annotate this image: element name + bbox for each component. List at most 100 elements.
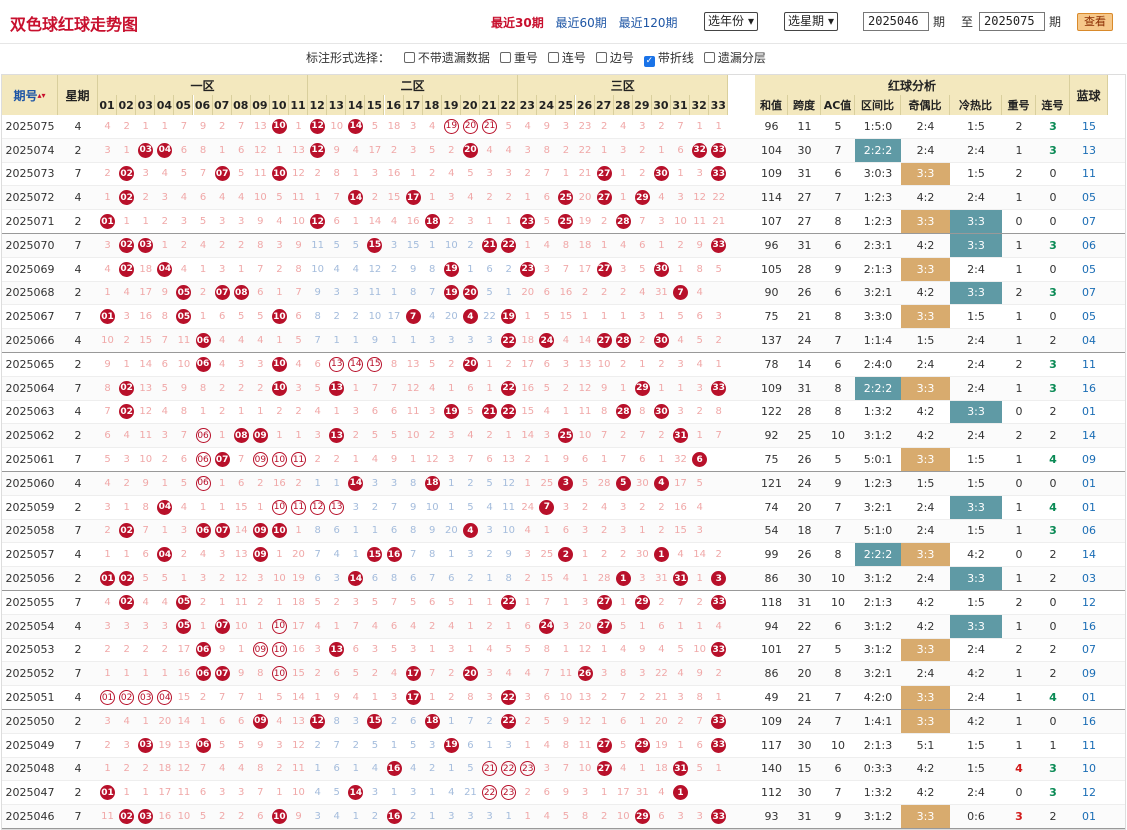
number-cell-23: 2 [518,710,537,733]
omission-value: 2 [696,406,703,418]
number-cell-18: 2 [423,758,442,781]
omission-value: 1 [620,382,627,394]
number-cell-24: 3 [537,424,556,447]
header-issue[interactable]: 期号 ▴▾ [2,75,58,115]
week-select[interactable]: 选星期 [784,12,839,31]
red-ball-19: 19 [443,118,459,134]
omission-value: 2 [352,739,360,751]
checkbox-icon[interactable] [595,52,607,63]
number-cell-11: 4 [289,353,308,376]
omission-value: 1 [352,763,360,775]
number-cell-23: 5 [518,639,537,662]
omission-value: 6 [658,620,665,632]
analysis-3: 2:2:2 [855,543,901,567]
omission-value: 3 [639,573,646,585]
omission-value: 1 [104,192,111,204]
number-cell-17: 16 [404,210,423,233]
sort-icon[interactable]: ▴▾ [37,91,45,100]
number-header-01: 01 [98,95,118,115]
option-2[interactable]: 连号 [547,49,586,66]
omission-value: 4 [276,715,283,727]
red-ball-27: 27 [596,190,612,206]
checkbox-icon[interactable] [547,52,559,63]
number-cell-20: 5 [461,758,480,781]
checkbox-icon[interactable]: ✓ [643,56,655,67]
number-cell-31: 2 [671,234,690,257]
option-1[interactable]: 重号 [499,49,538,66]
number-cell-29: 1 [633,353,652,376]
option-3[interactable]: 边号 [595,49,634,66]
red-ball-06: 06 [195,666,211,682]
number-cell-13: 9 [327,686,346,709]
omission-value: 3 [486,335,493,347]
analysis-2: 8 [834,310,842,324]
number-cell-28: 1 [614,186,633,209]
number-cell-33: 33 [709,139,728,162]
omission-value: 1 [505,430,512,442]
week-cell: 7 [74,381,82,395]
number-cell-21: 3 [480,520,499,543]
omission-value: 5 [371,430,379,442]
number-cell-14: 2 [346,424,365,447]
query-button[interactable]: 查看 [1077,13,1113,31]
option-5[interactable]: 遗漏分层 [703,49,766,66]
to-issue-input[interactable]: 2025075 [979,12,1045,31]
omission-value: 5 [448,596,455,608]
red-ball-33: 33 [711,642,727,658]
analysis-3: 1:3:2 [863,786,893,800]
omission-value: 4 [639,287,646,299]
red-ball-06: 06 [195,642,211,658]
analysis-3: 2:2:2 [855,138,901,162]
omission-value: 6 [371,406,379,418]
option-0[interactable]: 不带遗漏数据 [403,49,490,66]
omission-value: 6 [314,358,321,370]
analysis-4: 4:2 [916,762,935,776]
number-cell-29: 2 [633,163,652,186]
omission-value: 3 [696,168,703,180]
year-select[interactable]: 选年份 [704,12,759,31]
link-recent-120[interactable]: 最近120期 [619,16,678,30]
omission-value: 2 [581,501,589,513]
number-cell-11: 9 [289,234,308,257]
blue-ball-cell: 01 [1082,500,1096,514]
number-cell-14: 1 [346,448,365,471]
omission-value: 2 [658,120,665,132]
checkbox-icon[interactable] [499,52,511,63]
number-cell-01: 3 [98,234,117,257]
omission-value: 4 [543,811,551,823]
blue-ball-cell: 05 [1082,191,1096,205]
number-cell-14: 1 [346,758,365,781]
analysis-1: 20 [797,667,812,681]
number-cell-01: 10 [98,329,117,352]
option-4[interactable]: ✓ 带折线 [643,49,694,67]
omission-value: 8 [429,263,436,275]
omission-value: 3 [295,382,302,394]
number-cell-23: 23 [518,210,537,233]
number-cell-27: 7 [595,424,614,447]
checkbox-icon[interactable] [403,52,415,63]
checkbox-icon[interactable] [703,52,715,63]
omission-value: 3 [429,739,436,751]
omission-value: 17 [139,287,153,299]
omission-value: 3 [161,620,169,632]
link-recent-30[interactable]: 最近30期 [491,16,544,30]
number-cell-14: 1 [346,520,365,543]
number-cell-04: 1 [155,472,174,495]
omission-value: 2 [639,168,646,180]
omission-value: 3 [696,382,703,394]
from-issue-input[interactable]: 2025046 [863,12,929,31]
omission-value: 9 [371,335,379,347]
number-cell-16: 8 [385,353,404,376]
omission-value: 5 [505,644,512,656]
week-cell: 4 [74,548,82,562]
omission-value: 17 [177,644,191,656]
number-cell-08: 08 [232,282,251,305]
number-cell-02: 02 [117,520,136,543]
omission-value: 1 [505,216,512,228]
omission-value: 22 [578,144,592,156]
number-cell-30: 19 [652,734,671,757]
week-cell: 7 [74,310,82,324]
number-cell-22: 22 [499,401,518,424]
number-cell-13: 10 [327,115,346,138]
link-recent-60[interactable]: 最近60期 [556,16,607,30]
